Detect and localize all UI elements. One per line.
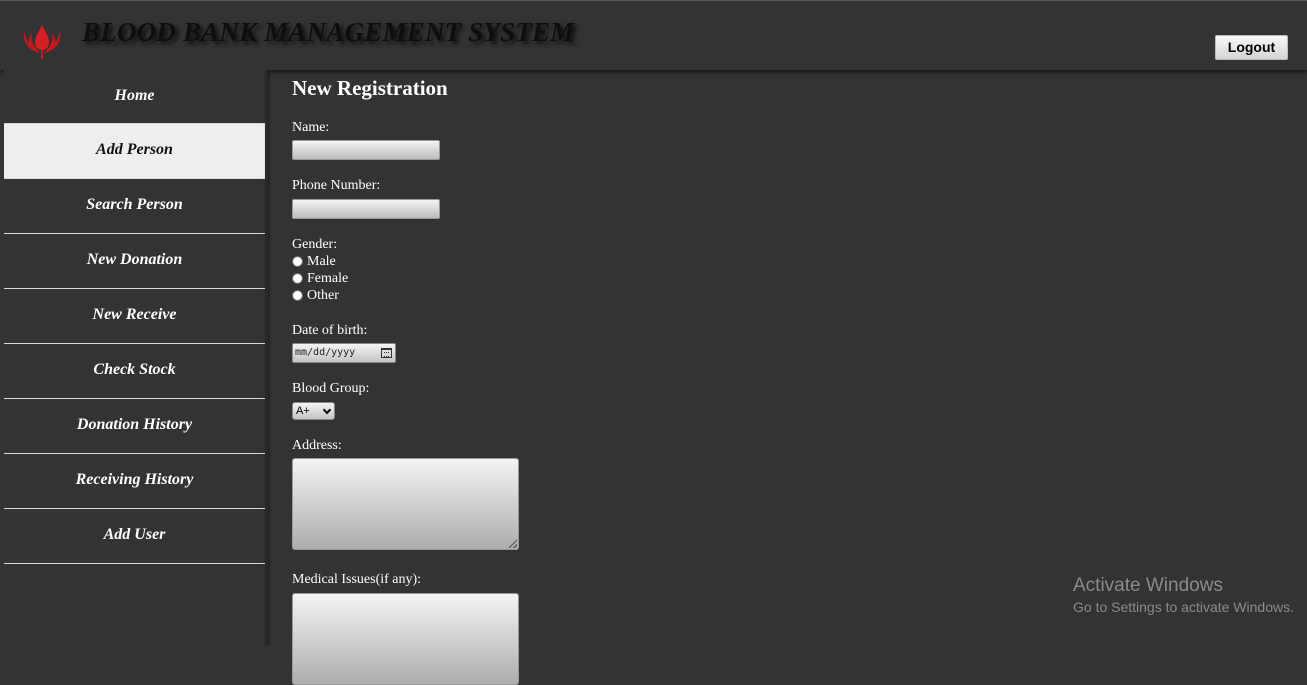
blood-group-select[interactable]: A+ <box>292 402 335 420</box>
sidebar-item-check-stock[interactable]: Check Stock <box>4 344 265 399</box>
gender-female-label: Female <box>307 270 349 286</box>
gender-male-radio[interactable] <box>292 256 303 267</box>
watermark-title: Activate Windows <box>1073 575 1223 596</box>
app-header: BLOOD BANK MANAGEMENT SYSTEM Logout <box>0 0 1307 70</box>
sidebar-item-receiving-history[interactable]: Receiving History <box>4 454 265 509</box>
medical-issues-textarea[interactable] <box>292 593 519 685</box>
sidebar-item-home[interactable]: Home <box>4 70 265 124</box>
logout-button[interactable]: Logout <box>1215 35 1288 60</box>
name-input[interactable] <box>292 140 440 160</box>
gender-male-label: Male <box>307 253 336 269</box>
registration-form: New Registration Name: Phone Number: Gen… <box>292 70 992 685</box>
medical-issues-label: Medical Issues(if any): <box>292 572 422 587</box>
address-label: Address: <box>292 438 342 453</box>
calendar-icon[interactable] <box>381 348 392 358</box>
gender-female-radio[interactable] <box>292 273 303 284</box>
activate-windows-watermark: Activate Windows Go to Settings to activ… <box>1073 574 1294 616</box>
watermark-subtitle: Go to Settings to activate Windows. <box>1073 599 1294 615</box>
gender-label: Gender: <box>292 237 338 252</box>
sidebar-item-add-user[interactable]: Add User <box>4 509 265 564</box>
blood-drop-hands-icon <box>23 25 61 59</box>
name-label: Name: <box>292 120 330 135</box>
app-title: BLOOD BANK MANAGEMENT SYSTEM <box>82 17 575 47</box>
sidebar-nav: Home Add Person Search Person New Donati… <box>4 70 265 645</box>
gender-option-other[interactable]: Other <box>292 287 339 304</box>
address-textarea[interactable] <box>292 458 519 550</box>
sidebar-item-donation-history[interactable]: Donation History <box>4 399 265 454</box>
gender-option-female[interactable]: Female <box>292 270 348 287</box>
dob-input[interactable]: mm/dd/yyyy <box>292 343 396 363</box>
sidebar-item-new-receive[interactable]: New Receive <box>4 289 265 344</box>
blood-group-label: Blood Group: <box>292 381 370 396</box>
blood-group-value: A+ <box>296 405 310 417</box>
gender-other-radio[interactable] <box>292 290 303 301</box>
sidebar-item-add-person[interactable]: Add Person <box>4 124 265 179</box>
page-title: New Registration <box>292 76 448 100</box>
sidebar-item-new-donation[interactable]: New Donation <box>4 234 265 289</box>
sidebar-item-search-person[interactable]: Search Person <box>4 179 265 234</box>
phone-input[interactable] <box>292 199 440 219</box>
dob-label: Date of birth: <box>292 323 368 338</box>
sidebar-divider <box>265 70 268 645</box>
resize-grip-icon[interactable] <box>509 540 517 548</box>
gender-other-label: Other <box>307 287 339 303</box>
chevron-down-icon <box>322 405 332 415</box>
dob-placeholder: mm/dd/yyyy <box>295 347 356 358</box>
gender-option-male[interactable]: Male <box>292 253 336 270</box>
phone-label: Phone Number: <box>292 178 381 193</box>
